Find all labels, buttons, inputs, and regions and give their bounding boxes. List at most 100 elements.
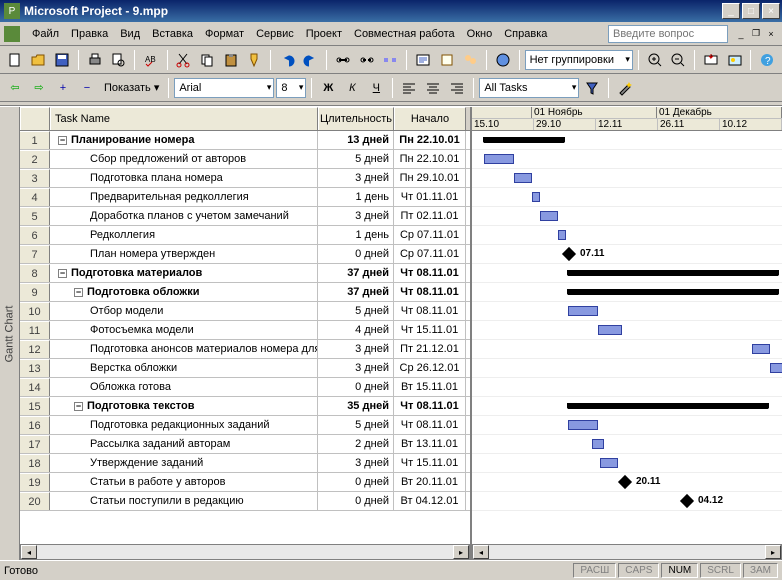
row-number[interactable]: 10 <box>20 302 50 320</box>
start-cell[interactable]: Вт 15.11.01 <box>394 378 466 396</box>
gantt-bar[interactable] <box>514 173 532 183</box>
unlink-button[interactable] <box>356 49 378 71</box>
gantt-bar[interactable] <box>752 344 770 354</box>
gantt-summary-bar[interactable] <box>568 270 778 276</box>
row-number[interactable]: 3 <box>20 169 50 187</box>
row-number[interactable]: 20 <box>20 492 50 510</box>
task-name-cell[interactable]: Статьи поступили в редакцию <box>50 492 318 510</box>
menu-project[interactable]: Проект <box>300 26 348 42</box>
gantt-milestone[interactable] <box>618 475 632 489</box>
outline-collapse-icon[interactable]: − <box>58 269 67 278</box>
gantt-row[interactable]: 07.11 <box>472 245 782 264</box>
menu-insert[interactable]: Вставка <box>146 26 199 42</box>
expand-button[interactable]: + <box>52 77 74 99</box>
gantt-bar[interactable] <box>484 154 514 164</box>
table-row[interactable]: 19Статьи в работе у авторов0 днейВт 20.1… <box>20 473 470 492</box>
print-preview-button[interactable] <box>107 49 129 71</box>
outline-collapse-icon[interactable]: − <box>74 402 83 411</box>
duration-cell[interactable]: 2 дней <box>318 435 394 453</box>
row-number[interactable]: 5 <box>20 207 50 225</box>
outline-collapse-icon[interactable]: − <box>58 136 67 145</box>
task-name-cell[interactable]: Отбор модели <box>50 302 318 320</box>
scroll-right-icon[interactable]: ▸ <box>453 545 469 559</box>
gantt-row[interactable] <box>472 378 782 397</box>
outdent-left-button[interactable]: ⇦ <box>4 77 26 99</box>
start-cell[interactable]: Чт 08.11.01 <box>394 397 466 415</box>
row-number[interactable]: 9 <box>20 283 50 301</box>
paste-button[interactable] <box>220 49 242 71</box>
format-painter-button[interactable] <box>243 49 265 71</box>
menu-collab[interactable]: Совместная работа <box>348 26 461 42</box>
copy-button[interactable] <box>196 49 218 71</box>
outline-collapse-icon[interactable]: − <box>74 288 83 297</box>
gantt-row[interactable]: 20.11 <box>472 473 782 492</box>
duration-cell[interactable]: 5 дней <box>318 416 394 434</box>
start-cell[interactable]: Ср 07.11.01 <box>394 226 466 244</box>
gantt-bar[interactable] <box>592 439 604 449</box>
table-row[interactable]: 11Фотосъемка модели4 днейЧт 15.11.01 <box>20 321 470 340</box>
split-task-button[interactable] <box>380 49 402 71</box>
autofilter-button[interactable] <box>581 77 603 99</box>
row-number[interactable]: 4 <box>20 188 50 206</box>
table-row[interactable]: 9−Подготовка обложки37 днейЧт 08.11.01 <box>20 283 470 302</box>
gantt-row[interactable] <box>472 359 782 378</box>
task-name-cell[interactable]: −Подготовка текстов <box>50 397 318 415</box>
task-name-cell[interactable]: Подготовка анонсов материалов номера для <box>50 340 318 358</box>
table-row[interactable]: 12Подготовка анонсов материалов номера д… <box>20 340 470 359</box>
gantt-row[interactable] <box>472 454 782 473</box>
duration-cell[interactable]: 0 дней <box>318 245 394 263</box>
cut-button[interactable] <box>173 49 195 71</box>
duration-cell[interactable]: 37 дней <box>318 264 394 282</box>
duration-cell[interactable]: 5 дней <box>318 150 394 168</box>
align-left-button[interactable] <box>398 77 420 99</box>
gantt-row[interactable] <box>472 188 782 207</box>
gantt-bar[interactable] <box>540 211 558 221</box>
start-cell[interactable]: Пн 22.10.01 <box>394 150 466 168</box>
start-cell[interactable]: Пн 29.10.01 <box>394 169 466 187</box>
new-button[interactable] <box>4 49 26 71</box>
row-number[interactable]: 1 <box>20 131 50 149</box>
task-name-cell[interactable]: Обложка готова <box>50 378 318 396</box>
mdi-restore[interactable]: ❐ <box>749 28 763 40</box>
start-cell[interactable]: Вт 20.11.01 <box>394 473 466 491</box>
zoom-in-button[interactable] <box>644 49 666 71</box>
mdi-close[interactable]: × <box>764 28 778 40</box>
start-cell[interactable]: Чт 08.11.01 <box>394 416 466 434</box>
gantt-bar[interactable] <box>770 363 782 373</box>
table-row[interactable]: 15−Подготовка текстов35 днейЧт 08.11.01 <box>20 397 470 416</box>
gantt-row[interactable] <box>472 169 782 188</box>
menu-format[interactable]: Формат <box>199 26 250 42</box>
gantt-row[interactable] <box>472 207 782 226</box>
menu-window[interactable]: Окно <box>461 26 499 42</box>
view-bar[interactable]: Gantt Chart <box>0 107 20 560</box>
gantt-row[interactable] <box>472 131 782 150</box>
start-cell[interactable]: Пт 21.12.01 <box>394 340 466 358</box>
task-name-cell[interactable]: Фотосъемка модели <box>50 321 318 339</box>
start-cell[interactable]: Ср 07.11.01 <box>394 245 466 263</box>
font-size-combo[interactable]: 8 <box>276 78 306 98</box>
help-button[interactable]: ? <box>756 49 778 71</box>
menu-help[interactable]: Справка <box>498 26 553 42</box>
task-name-cell[interactable]: −Подготовка материалов <box>50 264 318 282</box>
table-row[interactable]: 13Верстка обложки3 днейСр 26.12.01 <box>20 359 470 378</box>
duration-cell[interactable]: 0 дней <box>318 492 394 510</box>
gantt-milestone[interactable] <box>680 494 694 508</box>
table-row[interactable]: 6Редколлегия1 деньСр 07.11.01 <box>20 226 470 245</box>
gantt-bar[interactable] <box>600 458 618 468</box>
table-row[interactable]: 4Предварительная редколлегия1 деньЧт 01.… <box>20 188 470 207</box>
gantt-bar[interactable] <box>598 325 622 335</box>
menu-view[interactable]: Вид <box>114 26 146 42</box>
table-row[interactable]: 17Рассылка заданий авторам2 днейВт 13.11… <box>20 435 470 454</box>
spelling-button[interactable]: AB <box>140 49 162 71</box>
menu-file[interactable]: Файл <box>26 26 65 42</box>
wizard-button[interactable] <box>614 77 636 99</box>
table-row[interactable]: 5Доработка планов с учетом замечаний3 дн… <box>20 207 470 226</box>
filter-combo[interactable]: All Tasks <box>479 78 579 98</box>
table-row[interactable]: 16Подготовка редакционных заданий5 днейЧ… <box>20 416 470 435</box>
table-row[interactable]: 1−Планирование номера13 днейПн 22.10.01 <box>20 131 470 150</box>
scroll-left-icon[interactable]: ◂ <box>473 545 489 559</box>
duration-cell[interactable]: 3 дней <box>318 207 394 225</box>
row-number[interactable]: 18 <box>20 454 50 472</box>
duration-cell[interactable]: 4 дней <box>318 321 394 339</box>
goto-task-button[interactable] <box>700 49 722 71</box>
